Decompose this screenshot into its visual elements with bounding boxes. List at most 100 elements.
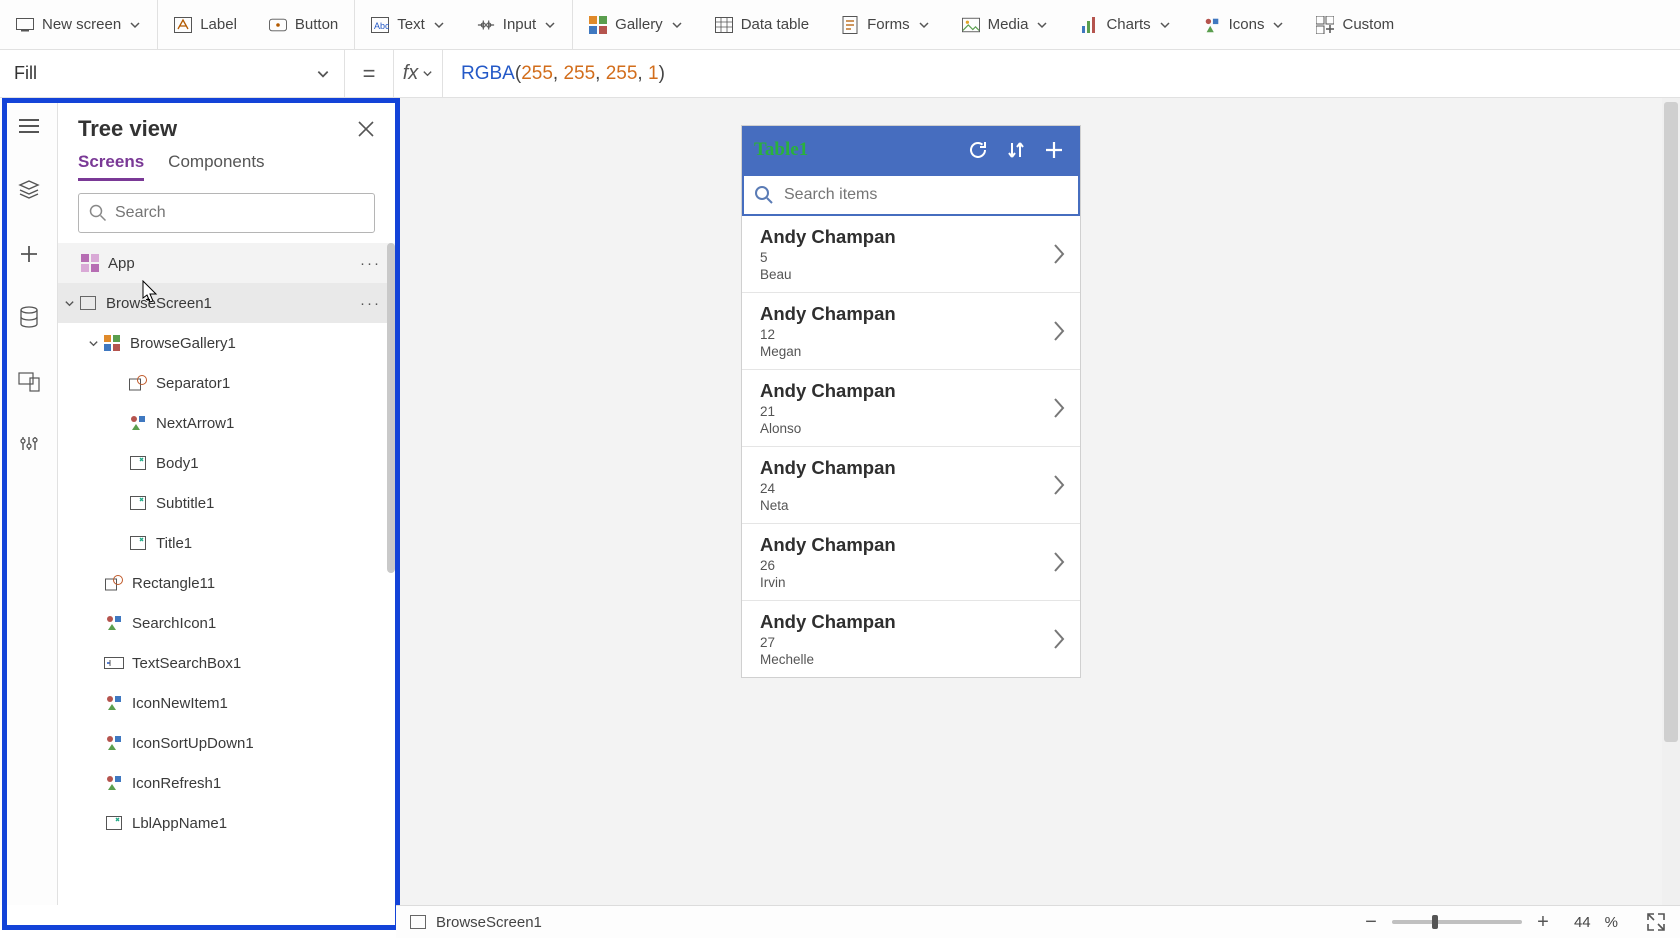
more-button[interactable]: ··· <box>360 255 381 272</box>
data-table-button[interactable]: Data table <box>699 0 825 49</box>
tree-search[interactable] <box>78 193 375 233</box>
refresh-button[interactable] <box>964 136 992 164</box>
tree-node-body[interactable]: Body1 <box>58 443 395 483</box>
devices-icon <box>18 372 40 392</box>
gallery-item-sub1: 24 <box>760 481 1066 496</box>
tree-node-subtitle[interactable]: Subtitle1 <box>58 483 395 523</box>
formula-bar: Fill = fx RGBA(255, 255, 255, 1) <box>0 50 1680 98</box>
chevron-right-icon[interactable] <box>1052 397 1066 419</box>
media-panel-button[interactable] <box>15 368 43 396</box>
chevron-down-icon <box>129 19 141 31</box>
label-label: Label <box>200 16 237 33</box>
chevron-right-icon[interactable] <box>1052 243 1066 265</box>
chevron-down-icon[interactable] <box>88 338 102 349</box>
tree-node-textsearchbox[interactable]: TextSearchBox1 <box>58 643 395 683</box>
chevron-right-icon[interactable] <box>1052 551 1066 573</box>
zoom-slider[interactable] <box>1392 920 1522 924</box>
chevron-right-icon[interactable] <box>1052 474 1066 496</box>
text-icon: Abc <box>371 16 389 34</box>
button-button[interactable]: Button <box>253 0 355 49</box>
more-button[interactable]: ··· <box>360 295 381 312</box>
add-button[interactable] <box>1040 136 1068 164</box>
tree-node-separator[interactable]: Separator1 <box>58 363 395 403</box>
gallery-button[interactable]: Gallery <box>573 0 699 49</box>
icons-button[interactable]: Icons <box>1187 0 1301 49</box>
tree-node-browsegallery[interactable]: BrowseGallery1 <box>58 323 395 363</box>
tree-node-app[interactable]: App ··· <box>58 243 395 283</box>
chevron-right-icon[interactable] <box>1052 320 1066 342</box>
label-button[interactable]: Label <box>158 0 253 49</box>
close-button[interactable] <box>357 120 375 138</box>
tree-node-title[interactable]: Title1 <box>58 523 395 563</box>
gallery-item-sub1: 26 <box>760 558 1066 573</box>
formula-input[interactable]: RGBA(255, 255, 255, 1) <box>443 62 1680 85</box>
gallery-item-title: Andy Champan <box>760 380 1066 402</box>
forms-button[interactable]: Forms <box>825 0 946 49</box>
canvas[interactable]: Table1 Andy Champan5BeauAndy Champan12Me… <box>396 98 1680 905</box>
tree-node-iconsortupdown[interactable]: IconSortUpDown1 <box>58 723 395 763</box>
gallery-item[interactable]: Andy Champan5Beau <box>742 216 1080 293</box>
tree-node-label: BrowseGallery1 <box>130 335 236 352</box>
property-selector[interactable]: Fill <box>0 50 345 97</box>
forms-label: Forms <box>867 16 910 33</box>
chevron-down-icon[interactable] <box>64 298 78 309</box>
label-icon <box>128 493 148 513</box>
gallery-item-title: Andy Champan <box>760 226 1066 248</box>
app-search-input[interactable] <box>784 186 1068 204</box>
gallery-item[interactable]: Andy Champan21Alonso <box>742 370 1080 447</box>
label-icon <box>128 453 148 473</box>
tree-node-searchicon[interactable]: SearchIcon1 <box>58 603 395 643</box>
insert-button[interactable] <box>15 240 43 268</box>
data-button[interactable] <box>15 304 43 332</box>
fit-button[interactable] <box>1646 912 1666 932</box>
tree-view-button[interactable] <box>15 176 43 204</box>
left-rail <box>0 98 58 905</box>
gallery-item[interactable]: Andy Champan27Mechelle <box>742 601 1080 677</box>
menu-button[interactable] <box>15 112 43 140</box>
gallery-item-sub2: Neta <box>760 498 1066 513</box>
custom-button[interactable]: Custom <box>1300 0 1410 49</box>
media-label: Media <box>988 16 1029 33</box>
app-preview: Table1 Andy Champan5BeauAndy Champan12Me… <box>742 126 1080 677</box>
zoom-out-button[interactable]: − <box>1360 911 1382 934</box>
tab-screens[interactable]: Screens <box>78 152 144 181</box>
tree-node-rectangle[interactable]: Rectangle11 <box>58 563 395 603</box>
gallery-item-sub1: 21 <box>760 404 1066 419</box>
button-label: Button <box>295 16 338 33</box>
tree-node-lblappname[interactable]: LblAppName1 <box>58 803 395 843</box>
new-screen-label: New screen <box>42 16 121 33</box>
canvas-scrollbar[interactable] <box>1662 98 1680 905</box>
sort-icon <box>1005 139 1027 161</box>
icons-label: Icons <box>1229 16 1265 33</box>
refresh-icon <box>966 138 990 162</box>
advanced-tools-button[interactable] <box>15 432 43 460</box>
equals-label: = <box>345 61 393 87</box>
zoom-value: 44 <box>1574 914 1591 931</box>
tree-scrollbar[interactable] <box>387 243 395 573</box>
gallery-item[interactable]: Andy Champan12Megan <box>742 293 1080 370</box>
charts-button[interactable]: Charts <box>1064 0 1186 49</box>
icon-control-icon <box>128 413 148 433</box>
tree-node-browsescreen[interactable]: BrowseScreen1 ··· <box>58 283 395 323</box>
chevron-right-icon[interactable] <box>1052 628 1066 650</box>
tab-components[interactable]: Components <box>168 152 264 181</box>
app-search[interactable] <box>742 174 1080 216</box>
text-button[interactable]: Abc Text <box>355 0 461 49</box>
gallery-item[interactable]: Andy Champan24Neta <box>742 447 1080 524</box>
zoom-in-button[interactable]: + <box>1532 911 1554 934</box>
sort-button[interactable] <box>1002 136 1030 164</box>
gallery-item[interactable]: Andy Champan26Irvin <box>742 524 1080 601</box>
app-header: Table1 <box>742 126 1080 174</box>
tree-node-label: SearchIcon1 <box>132 615 216 632</box>
status-selection: BrowseScreen1 <box>436 914 542 931</box>
tree-view-panel: Tree view Screens Components App ··· <box>58 98 396 905</box>
media-button[interactable]: Media <box>946 0 1065 49</box>
tree-search-input[interactable] <box>115 204 364 222</box>
icon-control-icon <box>104 773 124 793</box>
tree-node-iconrefresh[interactable]: IconRefresh1 <box>58 763 395 803</box>
fx-button[interactable]: fx <box>393 50 443 97</box>
input-button[interactable]: Input <box>461 0 573 49</box>
tree-node-nextarrow[interactable]: NextArrow1 <box>58 403 395 443</box>
tree-node-iconnewitem[interactable]: IconNewItem1 <box>58 683 395 723</box>
new-screen-button[interactable]: New screen <box>0 0 158 49</box>
